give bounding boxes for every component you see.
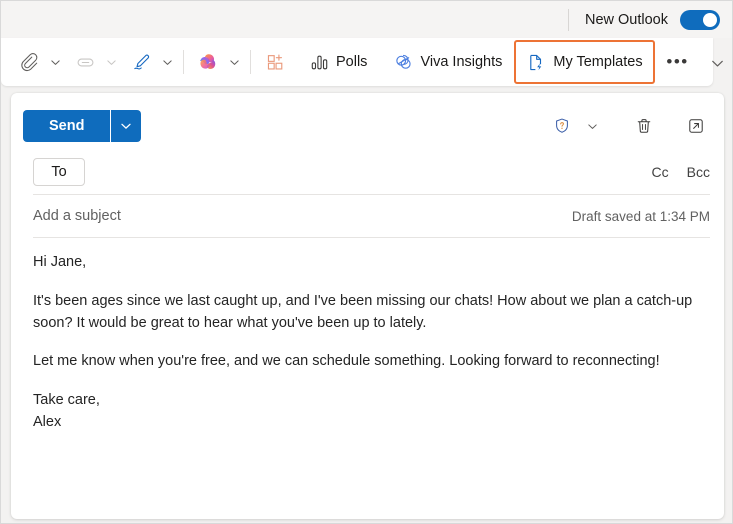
send-options-chevron-down-icon[interactable]	[110, 110, 142, 142]
body-signature: Alex	[33, 413, 62, 430]
viva-insights-label: Viva Insights	[420, 54, 503, 70]
body-greeting: Hi Jane,	[33, 254, 87, 270]
attach-chevron-down-icon[interactable]	[47, 52, 63, 72]
link-chevron-down-icon[interactable]	[103, 52, 119, 72]
signature-button[interactable]	[125, 46, 157, 78]
sensitivity-chevron-down-icon[interactable]	[578, 112, 606, 140]
outlook-compose-window: New Outlook Polls Viva Insights My Templ…	[0, 0, 733, 524]
body-closing: Take care,	[33, 392, 100, 408]
toolbar-separator-1	[183, 50, 184, 74]
copilot-chevron-down-icon[interactable]	[226, 52, 242, 72]
subject-input[interactable]: Add a subject	[33, 208, 121, 224]
message-body[interactable]: Hi Jane, It's been ages since we last ca…	[11, 238, 724, 434]
apps-button[interactable]	[259, 46, 291, 78]
signature-pen-icon	[131, 52, 151, 72]
send-row-actions	[546, 112, 710, 140]
toolbar-overflow-button[interactable]: •••	[663, 46, 693, 78]
bcc-button[interactable]: Bcc	[687, 164, 710, 180]
link-icon	[75, 52, 95, 72]
to-row: To Cc Bcc	[11, 150, 724, 194]
polls-bar-icon	[309, 52, 329, 72]
viva-insights-button[interactable]: Viva Insights	[387, 46, 508, 78]
draft-status: Draft saved at 1:34 PM	[571, 208, 710, 224]
body-paragraph-2: Let me know when you're free, and we can…	[33, 353, 660, 370]
copilot-button[interactable]	[192, 46, 224, 78]
pop-out-button[interactable]	[682, 112, 710, 140]
send-button[interactable]: Send	[23, 110, 111, 142]
send-split-button[interactable]: Send	[23, 110, 142, 142]
to-button[interactable]: To	[33, 158, 85, 186]
ribbon-toolbar: Polls Viva Insights My Templates •••	[1, 38, 713, 86]
copilot-icon	[198, 52, 218, 72]
new-outlook-toggle[interactable]	[680, 9, 720, 30]
toolbar-separator-2	[250, 50, 251, 74]
send-row: Send	[11, 102, 724, 150]
topbar-divider	[567, 8, 569, 31]
top-strip: New Outlook	[1, 1, 732, 38]
insert-link-button[interactable]	[69, 46, 101, 78]
subject-row: Add a subject Draft saved at 1:34 PM	[11, 195, 724, 237]
my-templates-button[interactable]: My Templates	[514, 40, 655, 84]
attach-file-button[interactable]	[13, 46, 45, 78]
new-outlook-label: New Outlook	[584, 11, 668, 28]
my-templates-label: My Templates	[553, 54, 643, 70]
polls-button[interactable]: Polls	[303, 46, 373, 78]
paperclip-icon	[19, 52, 39, 72]
body-paragraph-1: It's been ages since we last caught up, …	[33, 292, 693, 331]
toggle-knob	[703, 12, 717, 27]
viva-insights-icon	[393, 52, 413, 72]
ribbon-wrapper: Polls Viva Insights My Templates •••	[1, 38, 732, 86]
apps-grid-icon	[265, 52, 285, 72]
signature-chevron-down-icon[interactable]	[159, 52, 175, 72]
compose-card: Send To Cc Bcc Add a subject Draft saved…	[11, 93, 724, 519]
polls-label: Polls	[336, 54, 368, 70]
ribbon-expand-chevron-down-icon[interactable]	[706, 52, 728, 74]
discard-button[interactable]	[630, 112, 658, 140]
cc-button[interactable]: Cc	[652, 164, 669, 180]
sensitivity-button[interactable]	[548, 112, 576, 140]
my-templates-icon	[526, 52, 546, 72]
